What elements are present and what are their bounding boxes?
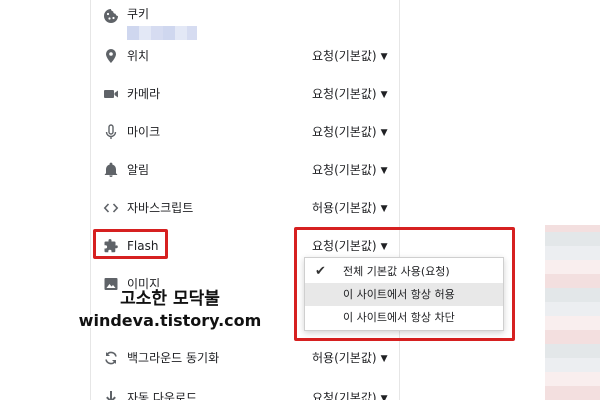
watermark-url: windeva.tistory.com <box>78 311 262 330</box>
watermark: 고소한 모닥불 windeva.tistory.com <box>70 289 270 332</box>
setting-label: 자바스크립트 <box>127 201 194 215</box>
setting-label: 카메라 <box>127 87 161 101</box>
menu-item-label: 이 사이트에서 항상 허용 <box>343 288 455 301</box>
setting-row-camera[interactable]: 카메라 요청(기본값) ▼ <box>91 76 401 112</box>
permission-select[interactable]: 허용(기본값) ▼ <box>312 200 388 217</box>
microphone-icon <box>103 124 119 140</box>
cookie-icon <box>103 8 119 24</box>
bell-icon <box>103 162 119 178</box>
permission-select[interactable]: 요청(기본값) ▼ <box>312 48 388 65</box>
watermark-title: 고소한 모닥불 <box>120 289 220 309</box>
caret-down-icon: ▼ <box>380 52 388 62</box>
permission-select[interactable]: 요청(기본값) ▼ <box>312 390 388 400</box>
menu-item-use-default[interactable]: ✔ 전체 기본값 사용(요청) <box>305 260 503 283</box>
pixelated-image <box>545 225 600 400</box>
setting-row-background-sync[interactable]: 백그라운드 동기화 허용(기본값) ▼ <box>91 340 401 376</box>
location-pin-icon <box>103 48 119 64</box>
permission-select[interactable]: 허용(기본값) ▼ <box>312 350 388 367</box>
setting-label: 알림 <box>127 163 150 177</box>
flash-permission-menu: ✔ 전체 기본값 사용(요청) 이 사이트에서 항상 허용 이 사이트에서 항상… <box>304 257 504 331</box>
setting-label: 자동 다운로드 <box>127 391 198 400</box>
caret-down-icon: ▼ <box>380 394 388 400</box>
caret-down-icon: ▼ <box>380 204 388 214</box>
caret-down-icon: ▼ <box>380 90 388 100</box>
permission-value: 허용(기본값) <box>312 351 377 365</box>
permission-value: 요청(기본값) <box>312 87 377 101</box>
permission-select[interactable]: 요청(기본값) ▼ <box>312 162 388 179</box>
sync-icon <box>103 350 119 366</box>
menu-item-label: 이 사이트에서 항상 차단 <box>343 311 455 324</box>
setting-label: 마이크 <box>127 125 161 139</box>
setting-label: 위치 <box>127 49 150 63</box>
permission-value: 요청(기본값) <box>312 49 377 63</box>
permission-select[interactable]: 요청(기본값) ▼ <box>312 86 388 103</box>
permission-value: 요청(기본값) <box>312 391 377 400</box>
permission-value: 요청(기본값) <box>312 163 377 177</box>
caret-down-icon: ▼ <box>380 354 388 364</box>
setting-row-javascript[interactable]: 자바스크립트 허용(기본값) ▼ <box>91 190 401 226</box>
menu-item-always-allow[interactable]: 이 사이트에서 항상 허용 <box>305 283 503 306</box>
setting-row-notifications[interactable]: 알림 요청(기본값) ▼ <box>91 152 401 188</box>
code-icon <box>103 200 119 216</box>
setting-label: 쿠키 <box>127 7 150 21</box>
setting-label: 백그라운드 동기화 <box>127 351 220 365</box>
setting-row-location[interactable]: 위치 요청(기본값) ▼ <box>91 38 401 74</box>
setting-row-auto-download[interactable]: 자동 다운로드 요청(기본값) ▼ <box>91 380 401 400</box>
download-icon <box>103 390 119 400</box>
flash-label-highlight <box>93 229 168 259</box>
menu-item-always-block[interactable]: 이 사이트에서 항상 차단 <box>305 306 503 329</box>
setting-row-microphone[interactable]: 마이크 요청(기본값) ▼ <box>91 114 401 150</box>
permission-value: 요청(기본값) <box>312 125 377 139</box>
caret-down-icon: ▼ <box>380 166 388 176</box>
camera-icon <box>103 86 119 102</box>
caret-down-icon: ▼ <box>380 128 388 138</box>
menu-item-label: 전체 기본값 사용(요청) <box>343 265 450 278</box>
checkmark-icon: ✔ <box>315 264 326 279</box>
permission-value: 허용(기본값) <box>312 201 377 215</box>
permission-select[interactable]: 요청(기본값) ▼ <box>312 124 388 141</box>
